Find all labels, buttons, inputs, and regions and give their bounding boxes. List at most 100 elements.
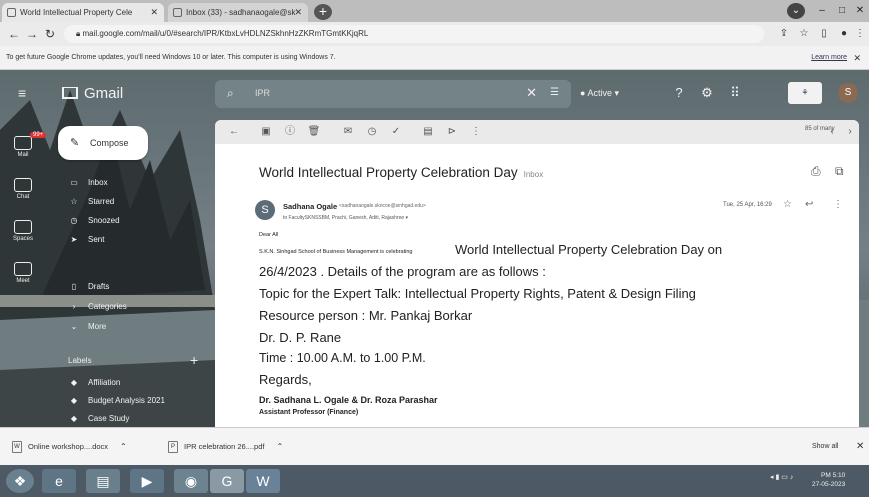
mark-unread-icon[interactable]: ✉ [341,125,355,139]
archive-icon[interactable]: ▣ [259,125,273,139]
back-arrow-icon[interactable]: ← [6,26,22,42]
clock-date: 27-05-2023 [812,481,846,488]
label-case-study[interactable]: ◆ Case Study [68,412,129,426]
address-bar[interactable]: 🔒︎ mail.google.com/mail/u/0/#search/IPR/… [64,25,764,43]
profile-avatar-icon[interactable]: ● [836,26,852,42]
learn-more-link[interactable]: Learn more [811,46,847,70]
tab-inbox[interactable]: Inbox (33) - sadhanaogale@sk ✕ [168,3,308,22]
reload-icon[interactable]: ↻ [42,26,58,42]
nav-snoozed[interactable]: ◷ Snoozed [68,214,120,228]
window-close-button[interactable]: ✕ [848,2,869,20]
settings-gear-icon[interactable]: ⚙ [698,84,716,102]
labels-heading: Labels [68,356,92,365]
reply-icon[interactable]: ↩ [805,199,813,210]
rail-chat[interactable]: Chat [8,178,38,200]
tab-close-icon[interactable]: ✕ [150,3,158,22]
newer-chevron-icon[interactable]: ‹ [825,125,839,139]
print-icon[interactable]: ⎙ [811,164,821,179]
topic-line: Topic for the Expert Talk: Intellectual … [259,286,696,301]
resource-person-line: Resource person : Mr. Pankaj Borkar [259,308,473,323]
pencil-icon: ✎ [70,137,80,149]
message-date: Tue, 25 Apr, 16:29 [723,202,772,208]
label-icon: ◆ [70,414,78,423]
message-pane: ← ▣ ⓘ 🗑︎ ✉ ◷ ✓ ▤ ⊳ ⋮ 85 of many ‹ › Worl… [215,120,859,427]
downloads-close-icon[interactable]: ✕ [856,441,864,452]
time-line: Time : 10.00 A.M. to 1.00 P.M. [259,351,426,365]
show-all-button[interactable]: Show all [812,443,838,450]
move-to-icon[interactable]: ▤ [421,125,435,139]
word-icon[interactable]: W [246,469,280,493]
chrome-icon[interactable]: ◉ [174,469,208,493]
older-chevron-icon[interactable]: › [843,125,857,139]
nav-inbox[interactable]: ▭ Inbox [68,176,107,190]
sender-avatar[interactable]: S [255,200,275,220]
chrome-profile-icon[interactable]: ⌄ [787,3,805,19]
help-icon[interactable]: ? [670,84,688,102]
chrome-menu-icon[interactable]: ⋮ [852,26,868,42]
rail-meet[interactable]: Meet [8,262,38,284]
add-label-icon[interactable]: + [190,352,198,368]
sidepanel-icon[interactable]: ▯ [816,26,832,42]
report-spam-icon[interactable]: ⓘ [283,125,297,139]
search-box[interactable]: ⌕ IPR ✕ ☰ [215,80,571,108]
forward-arrow-icon[interactable]: → [24,26,40,42]
signature-role: Assistant Professor (Finance) [259,409,359,416]
bookmark-star-icon[interactable]: ☆ [796,26,812,42]
search-options-icon[interactable]: ☰ [550,87,559,98]
internet-explorer-icon[interactable]: e [42,469,76,493]
back-to-list-icon[interactable]: ← [227,125,241,139]
inbox-label-chip[interactable]: Inbox [524,170,544,179]
sender-name[interactable]: Sadhana Ogale [283,202,337,211]
message-more-icon[interactable]: ⋮ [833,199,843,210]
apps-grid-icon[interactable]: ⠿ [726,84,744,102]
compose-button[interactable]: ✎ Compose [58,126,148,160]
gmail-header: ≡ Gmail ⌕ IPR ✕ ☰ ● Active ▾ ? ⚙ ⠿ ⚘ S [0,70,869,116]
pdf-file-icon: P [168,441,178,453]
new-window-icon[interactable]: ⧉ [835,164,844,179]
download-item-docx[interactable]: W Online workshop....docx ⌃ [12,438,127,456]
status-chip[interactable]: ● Active ▾ [580,86,619,100]
main-menu-icon[interactable]: ≡ [18,86,34,100]
clear-search-icon[interactable]: ✕ [526,85,537,101]
label-budget-analysis[interactable]: ◆ Budget Analysis 2021 [68,394,165,408]
nav-starred[interactable]: ☆ Starred [68,195,114,209]
nav-sent[interactable]: ➤ Sent [68,233,105,247]
system-tray[interactable]: ◂ ▮ ▭ ♪ [770,473,793,481]
search-icon[interactable]: ⌕ [227,86,234,101]
label-icon: ◆ [70,378,78,387]
more-options-icon[interactable]: ⋮ [469,125,483,139]
nav-drafts[interactable]: ▯ Drafts [68,280,110,294]
app-g-icon[interactable]: G [210,469,244,493]
chevron-up-icon[interactable]: ⌃ [120,442,127,451]
infobar-close-icon[interactable]: ✕ [853,46,861,70]
spaces-icon [14,220,32,234]
taskbar-clock[interactable]: PM 5:10 27-05-2023 [812,471,845,489]
download-item-pdf[interactable]: P IPR celebration 26....pdf ⌃ [168,438,283,456]
recipients[interactable]: to FacultySKNSSBM, Prachi, Ganesh, Aditi… [283,215,408,221]
delete-icon[interactable]: 🗑︎ [307,125,321,139]
nav-more[interactable]: ⌄ More [68,320,107,334]
media-player-icon[interactable]: ▶ [130,469,164,493]
star-icon[interactable]: ☆ [783,199,792,210]
label-as-icon[interactable]: ⊳ [445,125,459,139]
send-icon: ➤ [70,235,78,244]
file-explorer-icon[interactable]: ▤ [86,469,120,493]
gmail-app: ≡ Gmail ⌕ IPR ✕ ☰ ● Active ▾ ? ⚙ ⠿ ⚘ S M… [0,70,869,427]
search-input[interactable]: IPR [255,88,270,98]
gmail-logo[interactable]: Gmail [62,84,123,104]
share-icon[interactable]: ⇪ [776,26,792,42]
chevron-up-icon[interactable]: ⌃ [276,442,283,451]
label-affiliation[interactable]: ◆ Affiliation [68,376,120,390]
snooze-icon[interactable]: ◷ [365,125,379,139]
add-task-icon[interactable]: ✓ [389,125,403,139]
clock-icon: ◷ [70,216,78,225]
tab-world-ip[interactable]: World Intellectual Property Cele ✕ [2,3,164,22]
windows-start-icon[interactable]: ❖ [6,469,34,493]
windows-taskbar: ❖ e ▤ ▶ ◉ G W ◂ ▮ ▭ ♪ PM 5:10 27-05-2023 [0,465,869,497]
nav-categories[interactable]: › Categories [68,300,127,314]
rail-spaces[interactable]: Spaces [8,220,38,242]
account-avatar[interactable]: S [838,83,858,103]
rail-mail[interactable]: Mail [8,136,38,158]
new-tab-button[interactable]: + [314,4,332,20]
tab-close-icon[interactable]: ✕ [294,3,302,22]
